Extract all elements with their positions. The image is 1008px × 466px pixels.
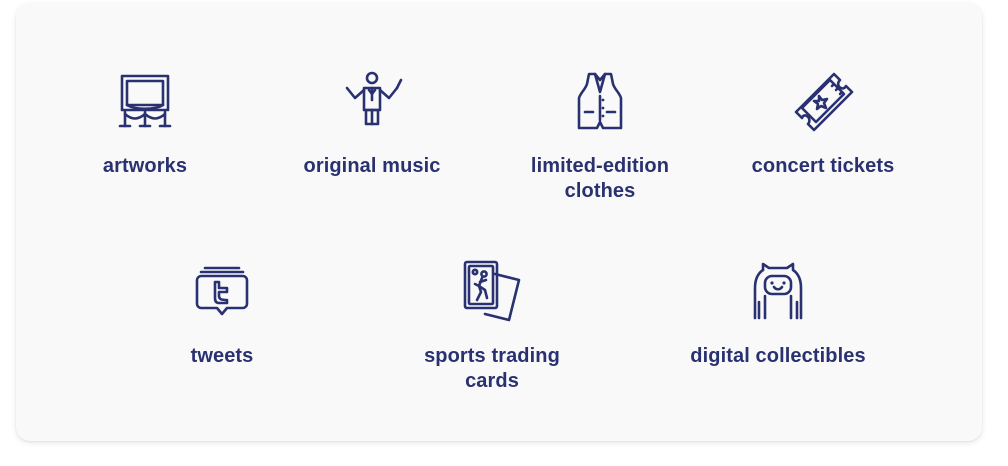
ticket-icon xyxy=(788,66,858,136)
item-label: limited-edition clothes xyxy=(530,155,670,202)
item-label: concert tickets xyxy=(751,155,895,177)
conductor-icon xyxy=(337,66,407,136)
item-label: tweets xyxy=(190,345,254,367)
item-digital-collectibles: digital collectibles xyxy=(668,256,888,369)
vest-icon xyxy=(565,66,635,136)
item-tweets: tweets xyxy=(112,256,332,369)
gallery-icon xyxy=(110,66,180,136)
tweet-icon xyxy=(187,256,257,326)
item-label: digital collectibles xyxy=(690,345,866,367)
item-sports-trading-cards: sports trading cards xyxy=(382,256,602,394)
item-concert-tickets: concert tickets xyxy=(713,66,933,179)
item-original-music: original music xyxy=(262,66,482,179)
trading-cards-icon xyxy=(457,256,527,326)
item-limited-edition-clothes: limited-edition clothes xyxy=(490,66,710,204)
item-label: sports trading cards xyxy=(424,345,560,392)
item-artworks: artworks xyxy=(35,66,255,179)
character-icon xyxy=(743,256,813,326)
item-label: original music xyxy=(303,155,441,177)
item-label: artworks xyxy=(102,155,188,177)
collectibles-card: artworks original music limited-edition … xyxy=(16,3,982,441)
